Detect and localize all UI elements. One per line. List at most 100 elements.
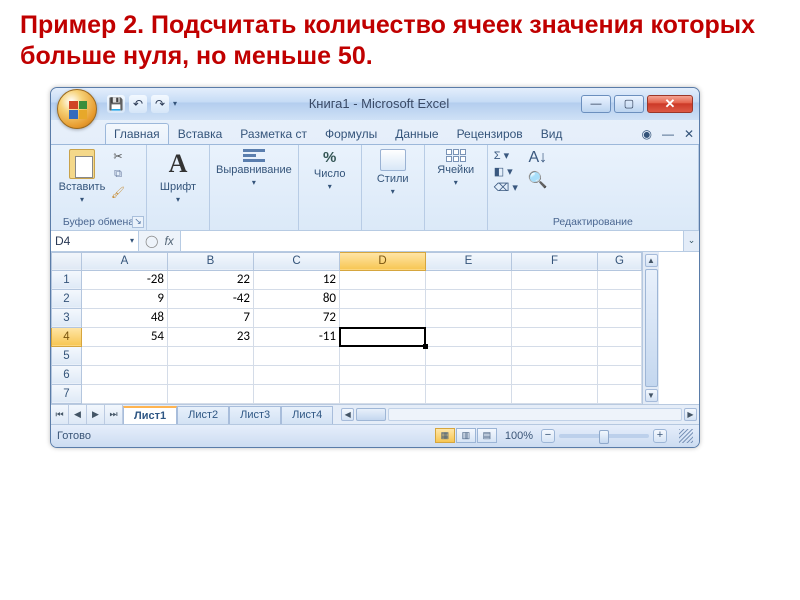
- cell-d2[interactable]: [340, 289, 426, 308]
- zoom-value[interactable]: 100%: [505, 430, 533, 442]
- formula-expand-icon[interactable]: ⌄: [683, 231, 699, 251]
- col-header-f[interactable]: F: [512, 252, 598, 270]
- tab-insert[interactable]: Вставка: [169, 123, 232, 144]
- fx-circle-icon[interactable]: ◯: [145, 234, 158, 248]
- col-header-c[interactable]: C: [254, 252, 340, 270]
- scroll-down-icon[interactable]: ▼: [645, 389, 658, 402]
- cell-d1[interactable]: [340, 270, 426, 289]
- scroll-thumb[interactable]: [645, 269, 658, 387]
- ribbon-minimize-icon[interactable]: —: [657, 123, 679, 144]
- sheet-nav-first-icon[interactable]: ⏮: [51, 405, 69, 424]
- tab-page-layout[interactable]: Разметка ст: [231, 123, 316, 144]
- cell-b3[interactable]: 7: [168, 308, 254, 327]
- cell-c2[interactable]: 80: [254, 289, 340, 308]
- cell-a1[interactable]: -28: [82, 270, 168, 289]
- cell-b2[interactable]: -42: [168, 289, 254, 308]
- cells-button[interactable]: Ячейки ▾: [431, 149, 481, 187]
- fx-icon[interactable]: fx: [164, 234, 173, 248]
- cell-a3[interactable]: 48: [82, 308, 168, 327]
- cell-e2[interactable]: [426, 289, 512, 308]
- cell-g2[interactable]: [598, 289, 642, 308]
- tab-view[interactable]: Вид: [532, 123, 572, 144]
- cell-g1[interactable]: [598, 270, 642, 289]
- horizontal-scrollbar[interactable]: ◀ ▶: [339, 405, 699, 424]
- autosum-button[interactable]: Σ ▾: [494, 149, 518, 162]
- qat-redo-icon[interactable]: ↷: [151, 95, 169, 113]
- font-button[interactable]: A Шрифт ▾: [153, 149, 203, 204]
- resize-grip-icon[interactable]: [679, 429, 693, 443]
- qat-save-icon[interactable]: 💾: [107, 95, 125, 113]
- cell-g3[interactable]: [598, 308, 642, 327]
- maximize-button[interactable]: ▢: [614, 95, 644, 113]
- minimize-button[interactable]: —: [581, 95, 611, 113]
- cell-d3[interactable]: [340, 308, 426, 327]
- name-box[interactable]: D4 ▾: [51, 231, 139, 251]
- view-page-break-icon[interactable]: ▤: [477, 428, 497, 443]
- help-icon[interactable]: ◉: [636, 123, 656, 144]
- row-header-2[interactable]: 2: [52, 289, 82, 308]
- dialog-launcher-icon[interactable]: ↘: [132, 216, 144, 228]
- cell-g4[interactable]: [598, 327, 642, 346]
- zoom-in-icon[interactable]: +: [653, 429, 667, 443]
- tab-review[interactable]: Рецензиров: [448, 123, 532, 144]
- cell-b4[interactable]: 23: [168, 327, 254, 346]
- zoom-track[interactable]: [559, 434, 649, 438]
- tab-data[interactable]: Данные: [386, 123, 447, 144]
- find-select-icon[interactable]: 🔍: [528, 170, 548, 190]
- sheet-nav-prev-icon[interactable]: ◀: [69, 405, 87, 424]
- col-header-e[interactable]: E: [426, 252, 512, 270]
- cell-c1[interactable]: 12: [254, 270, 340, 289]
- cell-c3[interactable]: 72: [254, 308, 340, 327]
- sort-filter-icon[interactable]: A↓: [528, 149, 547, 167]
- row-header-6[interactable]: 6: [52, 365, 82, 384]
- cell-e1[interactable]: [426, 270, 512, 289]
- cell-c4[interactable]: -11: [254, 327, 340, 346]
- row-header-3[interactable]: 3: [52, 308, 82, 327]
- tab-home[interactable]: Главная: [105, 123, 169, 144]
- row-header-5[interactable]: 5: [52, 346, 82, 365]
- col-header-a[interactable]: A: [82, 252, 168, 270]
- row-header-4[interactable]: 4: [52, 327, 82, 346]
- sheet-nav-last-icon[interactable]: ⏭: [105, 405, 123, 424]
- col-header-b[interactable]: B: [168, 252, 254, 270]
- fill-button[interactable]: ◧ ▾: [494, 165, 518, 178]
- zoom-out-icon[interactable]: −: [541, 429, 555, 443]
- format-painter-icon[interactable]: 🖌: [110, 185, 126, 201]
- spreadsheet-grid[interactable]: A B C D E F G 1 -28 22 12: [51, 252, 642, 404]
- vertical-scrollbar[interactable]: ▲ ▼: [642, 252, 659, 404]
- workbook-close-icon[interactable]: ✕: [679, 123, 699, 144]
- row-header-1[interactable]: 1: [52, 270, 82, 289]
- close-button[interactable]: ✕: [647, 95, 693, 113]
- cell-f2[interactable]: [512, 289, 598, 308]
- cut-icon[interactable]: ✂: [110, 149, 126, 165]
- sheet-nav-next-icon[interactable]: ▶: [87, 405, 105, 424]
- scroll-right-icon[interactable]: ▶: [684, 408, 697, 421]
- cell-a2[interactable]: 9: [82, 289, 168, 308]
- styles-button[interactable]: Стили ▾: [368, 149, 418, 196]
- hscroll-thumb[interactable]: [356, 408, 386, 421]
- sheet-tab-4[interactable]: Лист4: [281, 406, 333, 424]
- clear-button[interactable]: ⌫ ▾: [494, 181, 518, 194]
- sheet-tab-3[interactable]: Лист3: [229, 406, 281, 424]
- col-header-g[interactable]: G: [598, 252, 642, 270]
- cell-d4-active[interactable]: [340, 327, 426, 346]
- sheet-tab-2[interactable]: Лист2: [177, 406, 229, 424]
- qat-undo-icon[interactable]: ↶: [129, 95, 147, 113]
- cell-b1[interactable]: 22: [168, 270, 254, 289]
- cell-f4[interactable]: [512, 327, 598, 346]
- copy-icon[interactable]: ⧉: [110, 167, 126, 183]
- scroll-up-icon[interactable]: ▲: [645, 254, 658, 267]
- col-header-d[interactable]: D: [340, 252, 426, 270]
- zoom-slider[interactable]: − +: [541, 429, 667, 443]
- view-normal-icon[interactable]: ▦: [435, 428, 455, 443]
- sheet-tab-1[interactable]: Лист1: [123, 406, 177, 424]
- cell-f1[interactable]: [512, 270, 598, 289]
- cell-e4[interactable]: [426, 327, 512, 346]
- number-button[interactable]: % Число ▾: [305, 149, 355, 191]
- tab-formulas[interactable]: Формулы: [316, 123, 386, 144]
- cell-a4[interactable]: 54: [82, 327, 168, 346]
- qat-customize-icon[interactable]: ▾: [173, 99, 177, 108]
- cell-e3[interactable]: [426, 308, 512, 327]
- alignment-button[interactable]: Выравнивание ▾: [216, 149, 292, 187]
- formula-input[interactable]: [180, 231, 683, 251]
